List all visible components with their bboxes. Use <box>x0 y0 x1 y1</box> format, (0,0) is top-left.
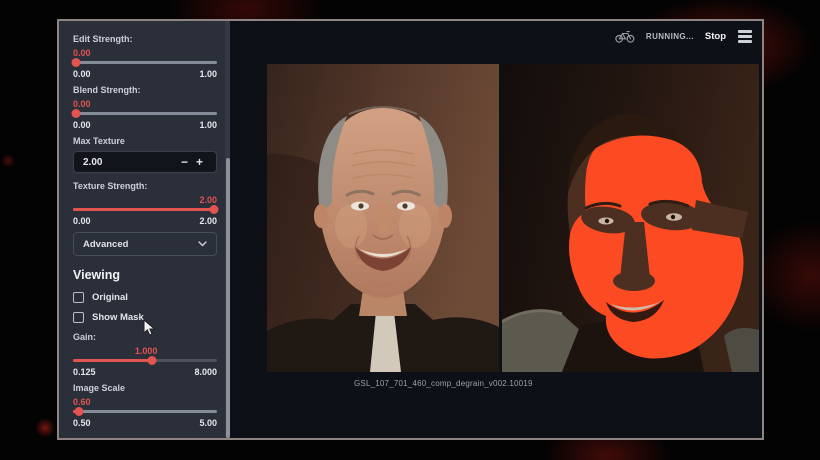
texture-strength-max: 2.00 <box>199 216 217 226</box>
gain-value: 1.000 <box>135 346 158 356</box>
image-scale-slider: Image Scale 0.60 0.50 5.00 <box>73 383 217 428</box>
max-texture-input[interactable]: 2.00 − + <box>73 151 217 173</box>
status-text: RUNNING... <box>646 32 694 41</box>
edit-strength-min: 0.00 <box>73 69 91 79</box>
blend-strength-track[interactable] <box>73 112 217 115</box>
texture-strength-track[interactable] <box>73 208 217 211</box>
image-scale-track[interactable] <box>73 410 217 413</box>
blend-strength-min: 0.00 <box>73 120 91 130</box>
texture-strength-min: 0.00 <box>73 216 91 226</box>
max-texture-field: Max Texture 2.00 − + <box>73 136 217 173</box>
image-scale-max: 5.00 <box>199 418 217 428</box>
texture-strength-slider: Texture Strength: 2.00 0.00 2.00 <box>73 181 217 226</box>
edit-strength-knob[interactable] <box>71 58 80 67</box>
advanced-dropdown[interactable]: Advanced <box>73 232 217 256</box>
edit-strength-value: 0.00 <box>73 48 91 58</box>
hamburger-menu-icon[interactable] <box>737 28 753 45</box>
blend-strength-knob[interactable] <box>71 109 80 118</box>
bicycle-spinner-icon <box>615 30 635 43</box>
mouse-cursor-icon <box>143 319 156 337</box>
advanced-dropdown-label: Advanced <box>83 239 128 250</box>
edit-strength-slider: Edit Strength: 0.00 0.00 1.00 <box>73 34 217 79</box>
max-texture-label: Max Texture <box>73 136 217 147</box>
image-scale-label: Image Scale <box>73 383 217 394</box>
viewing-section-heading: Viewing <box>73 268 217 282</box>
max-texture-value[interactable]: 2.00 <box>83 157 102 168</box>
blend-strength-label: Blend Strength: <box>73 85 217 96</box>
controls-sidebar: Edit Strength: 0.00 0.00 1.00 Blend Stre… <box>59 21 230 438</box>
show-mask-checkbox-label: Show Mask <box>92 312 144 323</box>
masked-face-image <box>502 64 759 372</box>
image-scale-value: 0.60 <box>73 397 91 407</box>
chevron-down-icon <box>198 241 207 247</box>
blend-strength-value: 0.00 <box>73 99 91 109</box>
max-texture-increment-button[interactable]: + <box>192 155 207 169</box>
app-window: Edit Strength: 0.00 0.00 1.00 Blend Stre… <box>57 19 764 440</box>
original-checkbox-row[interactable]: Original <box>73 292 217 303</box>
edit-strength-track[interactable] <box>73 61 217 64</box>
original-checkbox-label: Original <box>92 292 128 303</box>
frame-caption: GSL_107_701_460_comp_degrain_v002.10019 <box>267 379 759 388</box>
gain-max: 8.000 <box>194 367 217 377</box>
show-mask-checkbox[interactable] <box>73 312 84 323</box>
gain-min: 0.125 <box>73 367 96 377</box>
image-viewer: GSL_107_701_460_comp_degrain_v002.10019 <box>267 64 759 388</box>
original-checkbox[interactable] <box>73 292 84 303</box>
gain-slider: Gain: 1.000 0.125 8.000 <box>73 332 217 377</box>
topbar: RUNNING... Stop <box>615 28 753 45</box>
stop-button[interactable]: Stop <box>705 31 726 42</box>
gain-knob[interactable] <box>148 356 157 365</box>
edit-strength-max: 1.00 <box>199 69 217 79</box>
max-texture-decrement-button[interactable]: − <box>177 155 192 169</box>
edit-strength-label: Edit Strength: <box>73 34 217 45</box>
gain-track[interactable] <box>73 359 217 362</box>
source-face-image <box>267 64 499 372</box>
texture-strength-value: 2.00 <box>199 195 217 205</box>
texture-strength-knob[interactable] <box>210 205 219 214</box>
blend-strength-slider: Blend Strength: 0.00 0.00 1.00 <box>73 85 217 130</box>
viewer-area: RUNNING... Stop <box>230 21 762 438</box>
image-scale-min: 0.50 <box>73 418 91 428</box>
texture-strength-label: Texture Strength: <box>73 181 217 192</box>
blend-strength-max: 1.00 <box>199 120 217 130</box>
image-scale-knob[interactable] <box>74 407 83 416</box>
